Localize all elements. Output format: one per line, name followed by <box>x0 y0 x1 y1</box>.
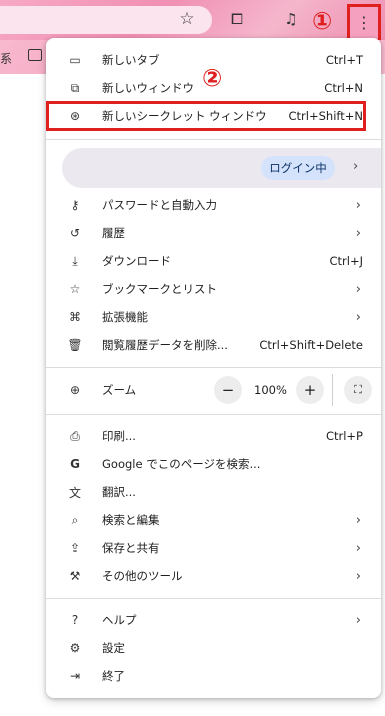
menu-item-label: ダウンロード <box>102 254 171 268</box>
menu-item-label: 終了 <box>102 669 125 683</box>
menu-item-translate[interactable]: 文 翻訳... <box>46 478 381 506</box>
chevron-right-icon: › <box>355 281 361 297</box>
zoom-level: 100% <box>254 383 287 397</box>
menu-item-bookmarks[interactable]: ☆ ブックマークとリスト › <box>46 275 381 303</box>
menu-item-exit[interactable]: ⇥ 終了 <box>46 662 381 690</box>
login-status-badge[interactable]: ログイン中 <box>261 156 335 180</box>
chevron-right-icon: › <box>355 512 361 528</box>
menu-item-label: 新しいウィンドウ <box>102 81 194 95</box>
media-icon[interactable]: ♫ <box>280 8 302 30</box>
chevron-right-icon: › <box>355 225 361 241</box>
menu-item-more-tools[interactable]: ⚒ その他のツール › <box>46 562 381 590</box>
find-edit-icon: ⌕ <box>71 512 79 527</box>
extension-icon[interactable]: ⧠ <box>226 8 248 30</box>
menu-item-label: 履歴 <box>102 226 125 240</box>
settings-icon: ⚙ <box>69 641 81 655</box>
annotation-step-2: ② <box>202 64 223 92</box>
menu-divider <box>46 598 381 599</box>
menu-item-label: 閲覧履歴データを削除... <box>102 338 228 352</box>
shortcut-label: Ctrl+P <box>325 429 363 443</box>
menu-item-label: その他のツール <box>102 569 183 583</box>
zoom-divider <box>332 374 333 406</box>
menu-item-label: ズーム <box>102 383 137 397</box>
menu-divider <box>46 139 381 140</box>
extensions-icon: ⌘ <box>69 310 81 324</box>
annotation-highlight-box <box>46 101 366 131</box>
menu-item-passwords[interactable]: ⚷ パスワードと自動入力 › <box>46 191 381 219</box>
toolbox-icon: ⚒ <box>69 569 81 583</box>
save-share-icon: ⇪ <box>69 541 81 555</box>
menu-item-clear-browsing-data[interactable]: 🗑 閲覧履歴データを削除... Ctrl+Shift+Delete <box>46 331 381 359</box>
shortcut-label: Ctrl+N <box>324 81 363 95</box>
help-icon: ? <box>71 613 79 627</box>
exit-icon: ⇥ <box>69 669 81 683</box>
fullscreen-button[interactable]: ⛶ <box>344 376 372 404</box>
star-icon[interactable]: ☆ <box>176 8 198 30</box>
shortcut-label: Ctrl+T <box>325 53 363 67</box>
menu-item-help[interactable]: ? ヘルプ › <box>46 606 381 634</box>
chevron-right-icon: › <box>355 309 361 325</box>
menu-item-label: Google でこのページを検索... <box>102 457 261 471</box>
history-icon: ↺ <box>69 226 81 240</box>
key-icon: ⚷ <box>70 198 80 212</box>
chevron-right-icon: › <box>355 612 361 628</box>
translate-icon: 文 <box>68 485 81 500</box>
menu-item-label: 拡張機能 <box>102 310 148 324</box>
menu-item-settings[interactable]: ⚙ 設定 <box>46 634 381 662</box>
shortcut-label: Ctrl+Shift+Delete <box>259 338 363 352</box>
menu-item-label: パスワードと自動入力 <box>102 198 217 212</box>
menu-item-label: ヘルプ <box>102 613 137 627</box>
bookmark-star-icon: ☆ <box>69 282 81 296</box>
chevron-right-icon: › <box>355 197 361 213</box>
menu-item-label: 検索と編集 <box>102 513 160 527</box>
print-icon: ⎙ <box>70 428 80 443</box>
zoom-out-button[interactable]: − <box>214 376 242 404</box>
menu-item-save-share[interactable]: ⇪ 保存と共有 › <box>46 534 381 562</box>
menu-item-history[interactable]: ↺ 履歴 › <box>46 219 381 247</box>
shortcut-label: Ctrl+J <box>329 254 364 268</box>
menu-item-label: 保存と共有 <box>102 541 160 555</box>
chrome-main-menu: ▭ 新しいタブ Ctrl+T ⧉ 新しいウィンドウ Ctrl+N ⊛ 新しいシー… <box>46 38 381 698</box>
chevron-right-icon: › <box>355 568 361 584</box>
menu-item-label: ブックマークとリスト <box>102 282 217 296</box>
trash-icon: 🗑 <box>67 338 83 352</box>
menu-item-label: 翻訳... <box>102 485 136 499</box>
google-icon: G <box>70 457 80 471</box>
kebab-menu-icon: ⋮ <box>356 13 372 32</box>
menu-item-downloads[interactable]: ⤓ ダウンロード Ctrl+J <box>46 247 381 275</box>
new-window-icon: ⧉ <box>70 80 80 95</box>
menu-item-label: 印刷... <box>102 429 136 443</box>
new-tab-icon: ▭ <box>69 53 81 67</box>
kebab-menu-button[interactable]: ⋮ <box>347 4 381 42</box>
zoom-icon: ⊕ <box>69 383 81 397</box>
menu-divider <box>46 414 381 415</box>
chevron-right-icon: › <box>353 159 359 174</box>
bookmark-text[interactable]: 系 <box>0 50 12 67</box>
menu-item-print[interactable]: ⎙ 印刷... Ctrl+P <box>46 422 381 450</box>
zoom-in-button[interactable]: + <box>296 376 324 404</box>
menu-item-google-search[interactable]: G Google でこのページを検索... <box>46 450 381 478</box>
menu-divider <box>46 367 381 368</box>
folder-icon[interactable] <box>28 49 42 61</box>
menu-item-extensions[interactable]: ⌘ 拡張機能 › <box>46 303 381 331</box>
annotation-step-1: ① <box>312 7 333 35</box>
menu-item-label: 設定 <box>102 641 125 655</box>
chevron-right-icon: › <box>355 540 361 556</box>
menu-item-find-edit[interactable]: ⌕ 検索と編集 › <box>46 506 381 534</box>
download-icon: ⤓ <box>72 253 78 268</box>
menu-item-label: 新しいタブ <box>102 53 160 67</box>
